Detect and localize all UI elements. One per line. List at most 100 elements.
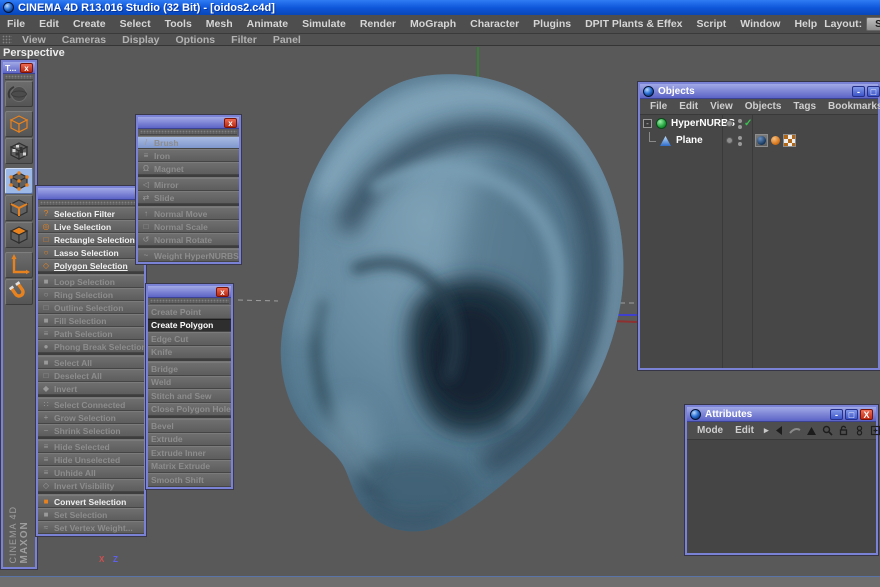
command-live-selection[interactable]: ◎ Live Selection xyxy=(38,220,144,233)
command-extrude[interactable]: Extrude xyxy=(148,432,231,446)
command-brush[interactable]: / Brush xyxy=(138,136,239,149)
objects-menu-file[interactable]: File xyxy=(644,101,673,112)
texture-mode-icon[interactable] xyxy=(5,138,33,164)
command-phong-break-selection[interactable]: ● Phong Break Selection xyxy=(38,340,147,353)
command-close-polygon-hole[interactable]: Close Polygon Hole xyxy=(148,402,231,416)
close-icon[interactable]: X xyxy=(860,408,873,420)
link-icon[interactable] xyxy=(853,425,866,436)
command-weight-hypernurbs[interactable]: ~ Weight HyperNURBS xyxy=(138,249,239,262)
up-arrow-icon[interactable] xyxy=(805,425,818,436)
expand-toggle-icon[interactable]: - xyxy=(643,119,652,128)
grip-handle-icon[interactable] xyxy=(2,35,12,44)
command-lasso-selection[interactable]: ○ Lasso Selection xyxy=(38,246,144,259)
menu-script[interactable]: Script xyxy=(690,18,734,30)
viewport-menu-display[interactable]: Display xyxy=(114,34,167,46)
menu-edit[interactable]: Edit xyxy=(32,18,66,30)
command-edge-cut[interactable]: Edge Cut xyxy=(148,332,231,346)
command-iron[interactable]: ≡ Iron xyxy=(138,149,239,162)
selection-palette-titlebar[interactable] xyxy=(38,188,144,200)
phong-tag-icon[interactable] xyxy=(771,136,780,145)
command-unhide-all[interactable]: ≡ Unhide All xyxy=(38,466,144,479)
viewport-menu-filter[interactable]: Filter xyxy=(223,34,265,46)
command-create-point[interactable]: Create Point xyxy=(148,305,231,319)
command-create-polygon[interactable]: Create Polygon xyxy=(148,318,231,332)
command-loop-selection[interactable]: ■ Loop Selection xyxy=(38,275,144,288)
command-grow-selection[interactable]: + Grow Selection xyxy=(38,411,144,424)
visibility-dots[interactable] xyxy=(738,136,742,148)
command-select-all[interactable]: ■ Select All xyxy=(38,356,144,369)
command-convert-selection[interactable]: ■ Convert Selection xyxy=(38,495,144,508)
command-normal-scale[interactable]: □ Normal Scale xyxy=(138,220,239,233)
point-mode-icon[interactable] xyxy=(5,168,33,194)
edge-mode-icon[interactable] xyxy=(5,195,33,221)
command-shrink-selection[interactable]: − Shrink Selection xyxy=(38,424,144,437)
command-matrix-extrude[interactable]: Matrix Extrude xyxy=(148,459,231,473)
history-back-icon[interactable] xyxy=(773,425,786,436)
submenu-arrow-icon[interactable]: ▸ xyxy=(760,425,773,436)
grip-handle-icon[interactable] xyxy=(40,201,142,206)
menu-create[interactable]: Create xyxy=(66,18,113,30)
menu-animate[interactable]: Animate xyxy=(240,18,295,30)
attributes-menu-edit[interactable]: Edit xyxy=(729,425,760,436)
command-rectangle-selection[interactable]: □ Rectangle Selection xyxy=(38,233,144,246)
command-polygon-selection[interactable]: ◇ Polygon Selection xyxy=(38,259,144,272)
menu-render[interactable]: Render xyxy=(353,18,403,30)
command-selection-filter[interactable]: ? Selection Filter xyxy=(38,207,144,220)
grip-handle-icon[interactable] xyxy=(5,75,33,80)
command-select-connected[interactable]: ∷ Select Connected xyxy=(38,398,144,411)
uvw-tag-icon[interactable] xyxy=(783,134,796,147)
command-path-selection[interactable]: ≡ Path Selection xyxy=(38,327,144,340)
command-fill-selection[interactable]: ■ Fill Selection xyxy=(38,314,144,327)
command-ring-selection[interactable]: ○ Ring Selection xyxy=(38,288,144,301)
command-mirror[interactable]: ◁ Mirror xyxy=(138,178,239,191)
maximize-icon[interactable]: □ xyxy=(867,85,880,97)
objects-menu-bookmarks[interactable]: Bookmarks xyxy=(822,101,880,112)
menu-simulate[interactable]: Simulate xyxy=(295,18,353,30)
snap-magnet-icon[interactable] xyxy=(5,279,33,305)
layout-select-button[interactable]: Stand xyxy=(866,17,880,31)
menu-tools[interactable]: Tools xyxy=(158,18,199,30)
command-hide-unselected[interactable]: ≡ Hide Unselected xyxy=(38,453,144,466)
search-icon[interactable] xyxy=(821,425,834,436)
editor-visibility-dot[interactable] xyxy=(726,137,733,144)
menu-mesh[interactable]: Mesh xyxy=(199,18,240,30)
viewport-menu-options[interactable]: Options xyxy=(167,34,223,46)
menu-window[interactable]: Window xyxy=(733,18,787,30)
viewport-menu-cameras[interactable]: Cameras xyxy=(54,34,114,46)
command-invert-visibility[interactable]: ◇ Invert Visibility xyxy=(38,479,144,492)
objects-menu-tags[interactable]: Tags xyxy=(787,101,822,112)
axis-mode-icon[interactable] xyxy=(5,252,33,278)
selection-tag-icon[interactable] xyxy=(755,134,768,147)
command-magnet[interactable]: Ω Magnet xyxy=(138,162,239,175)
command-knife[interactable]: Knife xyxy=(148,345,231,359)
command-deselect-all[interactable]: □ Deselect All xyxy=(38,369,144,382)
command-invert[interactable]: ◆ Invert xyxy=(38,382,144,395)
maximize-icon[interactable]: □ xyxy=(845,408,858,420)
command-outline-selection[interactable]: □ Outline Selection xyxy=(38,301,144,314)
viewport-menu-panel[interactable]: Panel xyxy=(265,34,309,46)
command-set-selection[interactable]: ■ Set Selection xyxy=(38,508,144,521)
command-bevel[interactable]: Bevel xyxy=(148,419,231,433)
tools-palette-titlebar[interactable]: T... x xyxy=(3,62,35,74)
model-mode-icon[interactable] xyxy=(5,111,33,137)
menu-file[interactable]: File xyxy=(0,18,32,30)
close-icon[interactable]: x xyxy=(20,62,33,73)
menu-dpit-plants-effex[interactable]: DPIT Plants & Effex xyxy=(578,18,689,30)
object-row-hypernurbs[interactable]: - HyperNURBS ✓ xyxy=(640,115,878,132)
object-row-plane[interactable]: Plane xyxy=(640,132,878,149)
brush-palette-titlebar[interactable]: x xyxy=(138,117,239,129)
menu-character[interactable]: Character xyxy=(463,18,526,30)
structure-palette-titlebar[interactable]: x xyxy=(148,286,231,298)
command-hide-selected[interactable]: ≡ Hide Selected xyxy=(38,440,144,453)
minimize-icon[interactable]: - xyxy=(830,408,843,420)
menu-help[interactable]: Help xyxy=(787,18,824,30)
new-window-icon[interactable] xyxy=(869,425,880,436)
command-set-vertex-weight[interactable]: ≈ Set Vertex Weight... xyxy=(38,521,144,534)
command-bridge[interactable]: Bridge xyxy=(148,362,231,376)
command-slide[interactable]: ⇄ Slide xyxy=(138,191,239,204)
command-stitch-and-sew[interactable]: Stitch and Sew xyxy=(148,389,231,403)
command-normal-move[interactable]: ↑ Normal Move xyxy=(138,207,239,220)
menu-select[interactable]: Select xyxy=(113,18,158,30)
command-smooth-shift[interactable]: Smooth Shift xyxy=(148,473,231,487)
viewport-menu-view[interactable]: View xyxy=(14,34,54,46)
